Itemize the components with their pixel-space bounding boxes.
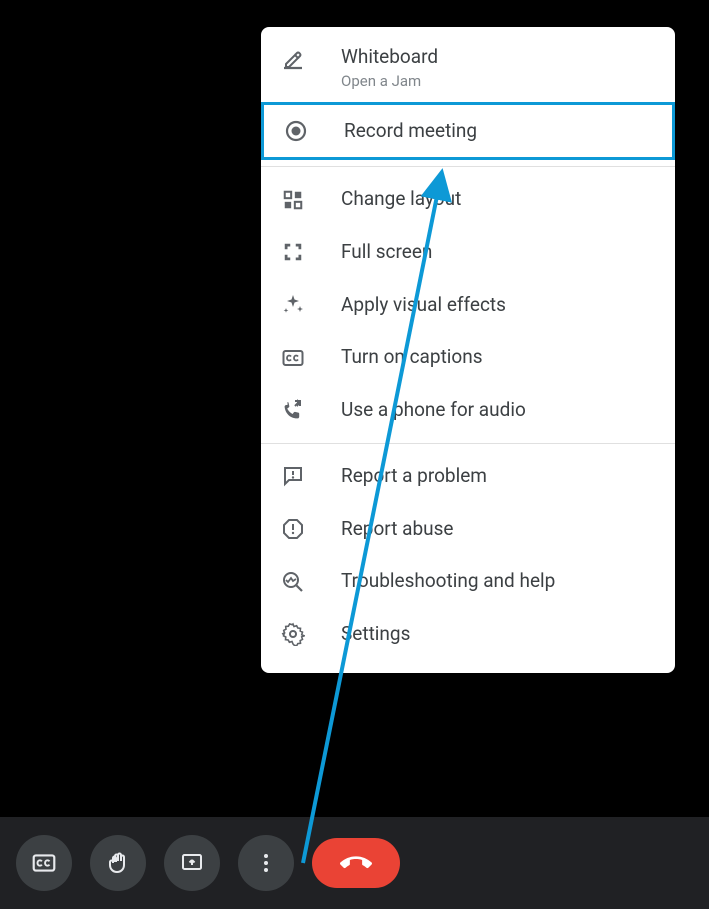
present-screen-button[interactable] bbox=[164, 835, 220, 891]
sparkle-icon bbox=[281, 293, 305, 317]
menu-item-label: Report abuse bbox=[341, 517, 453, 542]
menu-item-troubleshooting[interactable]: Troubleshooting and help bbox=[261, 555, 675, 608]
menu-item-label: Change layout bbox=[341, 187, 461, 212]
menu-item-report-abuse[interactable]: Report abuse bbox=[261, 503, 675, 556]
record-icon bbox=[284, 119, 308, 143]
menu-item-label: Turn on captions bbox=[341, 345, 483, 370]
menu-item-label: Full screen bbox=[341, 240, 432, 265]
fullscreen-icon bbox=[281, 240, 305, 264]
phone-forward-icon bbox=[281, 398, 305, 422]
menu-item-subtitle: Open a Jam bbox=[341, 72, 438, 90]
captions-icon bbox=[281, 346, 305, 370]
feedback-icon bbox=[281, 464, 305, 488]
menu-item-label: Record meeting bbox=[344, 119, 477, 144]
menu-divider bbox=[261, 443, 675, 444]
menu-item-record-meeting[interactable]: Record meeting bbox=[261, 102, 675, 161]
menu-item-whiteboard[interactable]: Whiteboard Open a Jam bbox=[261, 35, 675, 102]
gear-icon bbox=[281, 622, 305, 646]
menu-item-label: Report a problem bbox=[341, 464, 487, 489]
menu-item-report-problem[interactable]: Report a problem bbox=[261, 450, 675, 503]
leave-call-button[interactable] bbox=[312, 838, 400, 888]
menu-item-visual-effects[interactable]: Apply visual effects bbox=[261, 279, 675, 332]
menu-divider bbox=[261, 166, 675, 167]
menu-item-label: Use a phone for audio bbox=[341, 398, 526, 423]
menu-item-fullscreen[interactable]: Full screen bbox=[261, 226, 675, 279]
layout-icon bbox=[281, 188, 305, 212]
troubleshoot-icon bbox=[281, 570, 305, 594]
menu-item-label: Troubleshooting and help bbox=[341, 569, 555, 594]
menu-item-label: Settings bbox=[341, 622, 410, 647]
menu-item-change-layout[interactable]: Change layout bbox=[261, 173, 675, 226]
menu-item-label: Apply visual effects bbox=[341, 293, 506, 318]
raise-hand-button[interactable] bbox=[90, 835, 146, 891]
captions-button[interactable] bbox=[16, 835, 72, 891]
menu-item-phone-audio[interactable]: Use a phone for audio bbox=[261, 384, 675, 437]
report-icon bbox=[281, 517, 305, 541]
call-control-bar bbox=[0, 817, 709, 909]
menu-item-captions[interactable]: Turn on captions bbox=[261, 331, 675, 384]
pen-icon bbox=[281, 47, 305, 71]
menu-item-settings[interactable]: Settings bbox=[261, 608, 675, 661]
more-options-button[interactable] bbox=[238, 835, 294, 891]
more-options-menu: Whiteboard Open a Jam Record meeting Cha… bbox=[261, 27, 675, 673]
menu-item-label: Whiteboard bbox=[341, 45, 438, 70]
